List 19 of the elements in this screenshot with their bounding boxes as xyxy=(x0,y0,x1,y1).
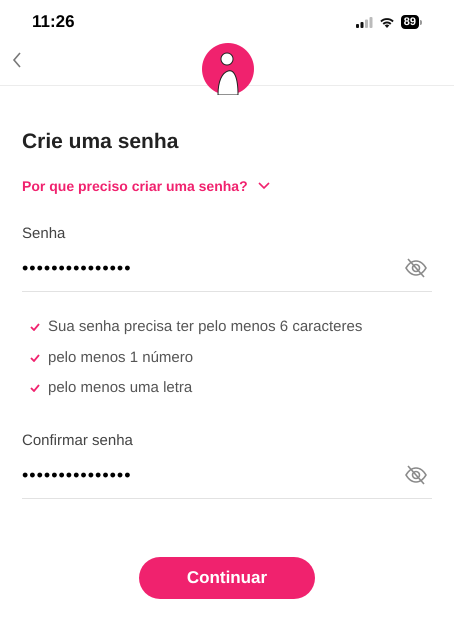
avatar-icon xyxy=(202,43,254,95)
status-time: 11:26 xyxy=(32,11,75,34)
eye-off-icon[interactable] xyxy=(404,257,428,279)
back-button[interactable] xyxy=(12,52,22,68)
continue-button[interactable]: Continuar xyxy=(139,557,315,599)
help-link[interactable]: Por que preciso criar uma senha? xyxy=(22,176,270,196)
password-field[interactable]: ••••••••••••••• xyxy=(22,259,132,277)
requirement-text: pelo menos uma letra xyxy=(48,378,192,398)
chevron-icon xyxy=(258,182,270,190)
page-title: Crie uma senha xyxy=(22,129,180,155)
battery-level: 89 xyxy=(400,15,419,29)
wifi-icon xyxy=(378,16,395,28)
eye-off-icon[interactable] xyxy=(404,464,428,486)
field-label: Senha xyxy=(22,224,66,244)
confirm-password-field[interactable]: ••••••••••••••• xyxy=(22,466,132,484)
requirement-text: Sua senha precisa ter pelo menos 6 caracteres xyxy=(48,317,362,337)
signal-icon xyxy=(356,16,373,28)
requirement-text: pelo menos 1 número xyxy=(48,348,194,368)
field-label: Confirmar senha xyxy=(22,430,134,450)
